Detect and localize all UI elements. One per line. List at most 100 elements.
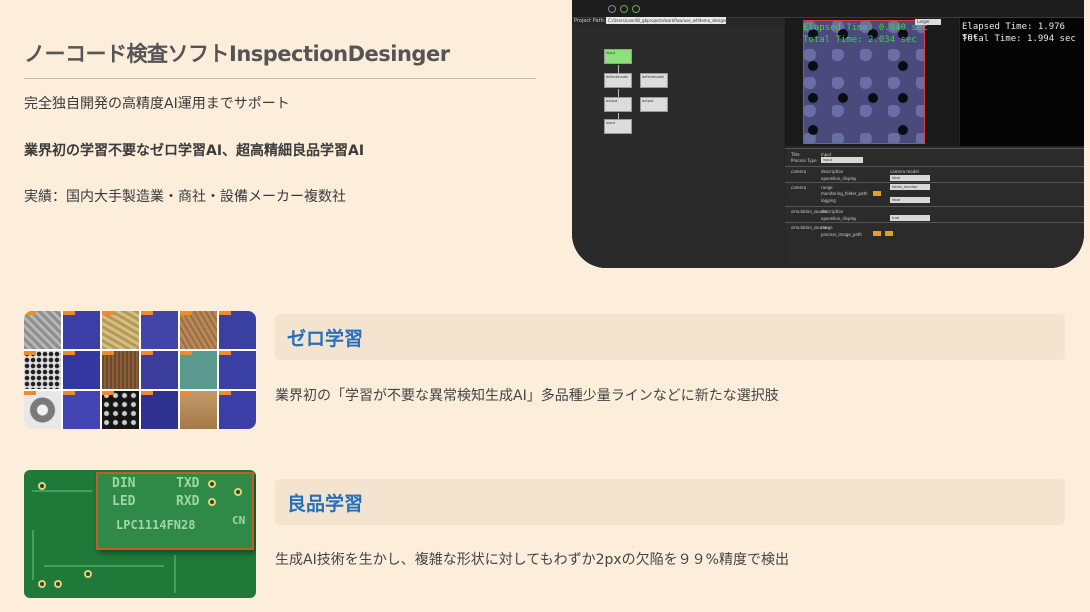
pcb-label: DIN [112,476,136,491]
label-tag [219,351,231,355]
graph-node: input [604,119,632,134]
prop-divider [785,206,1084,207]
pcb-trace [32,490,92,492]
thumbnail [102,351,139,389]
pcb-image: DIN LED TXD RXD LPC1114FN28 CN [24,470,256,598]
intro-line-2: 業界初の学習不要なゼロ学習AI、超高精細良品学習AI [24,143,365,159]
intro-line-1: 完全独自開発の高精度AI運用までサポート [24,96,290,112]
prop-type-input[interactable]: input [821,157,863,163]
prop-range-label: range [821,185,833,190]
thumbnail [219,351,256,389]
thumbnail [24,311,61,349]
thumbnail [141,311,178,349]
thumbnail [63,391,100,429]
label-tag [63,351,75,355]
total-time-right: Total Time: 1.994 sec [962,34,1076,44]
hole [898,61,908,71]
label-tag [141,351,153,355]
thumbnail [141,351,178,389]
prop-logging-input[interactable]: false [890,197,930,203]
pcb-pad [84,570,92,578]
section-description: 業界初の「学習が不要な異常検知生成AI」多品種少量ラインなどに新たな選択肢 [275,388,779,404]
page-title: ノーコード検査ソフトInspectionDesinger [24,42,450,66]
prop-description-label-2: description [821,209,844,214]
browse-button[interactable] [873,191,881,196]
prop-operation-display-2: operation_display [821,216,857,221]
node-graph: input defectmodel defectmodel output out… [572,26,784,268]
prop-range-label-2: range [821,225,833,230]
label-tag [219,391,231,395]
graph-link [618,89,619,97]
prop-description-label: description [821,169,844,174]
pcb-pad [208,480,216,488]
label-tag [24,311,36,315]
zoom-select[interactable]: Larger [915,19,941,25]
prop-divider [785,182,1084,183]
pcb-trace [32,530,34,580]
label-tag [24,351,36,355]
graph-node: output [604,97,632,112]
properties-panel: Title input Process Type input camera de… [785,148,1084,268]
thumbnail [141,391,178,429]
anomaly-thumbnail-grid [24,311,256,429]
prop-divider [785,166,1084,167]
path-label: Project Path: [574,18,606,24]
thumbnail [102,311,139,349]
label-tag [102,311,114,315]
prop-camera-model: camera model [890,169,919,174]
browse-button[interactable] [885,231,893,236]
total-time-left: Total Time: 2.034 sec [803,35,917,45]
graph-node: defectmodel [604,73,632,88]
thumbnail [180,311,217,349]
toolbar-run-icon [608,5,616,13]
prop-type-label: Process Type [791,158,817,163]
pcb-pad [54,580,62,588]
hole [808,61,818,71]
label-tag [141,391,153,395]
thumbnail [63,311,100,349]
thumbnail [63,351,100,389]
pcb-pad [38,580,46,588]
hole [808,125,818,135]
thumbnail [102,391,139,429]
pcb-pad [234,488,242,496]
hole [898,125,908,135]
title-divider [24,78,536,79]
image-viewer-right: Elapsed Time: 1.976 sec Total Time: 1.99… [960,18,1084,146]
graph-link [618,65,619,73]
prop-false-input[interactable]: false [890,175,930,181]
app-toolbar [572,0,1084,18]
label-tag [24,391,36,395]
hole [838,93,848,103]
section-heading: ゼロ学習 [287,328,364,350]
path-field: C:/Users/user/IB_gbprojects/workflow/use… [606,17,731,24]
prop-monitoring-path: monitoring_folder_path [821,191,868,196]
prop-true-input[interactable]: true [890,215,930,221]
pcb-label: LED [112,494,136,509]
prop-camera-label: camera [791,169,807,174]
label-tag [180,351,192,355]
hole [808,93,818,103]
prop-mode-input[interactable]: folder_monitor [890,184,930,190]
thumbnail [180,351,217,389]
toolbar-stop-icon [620,5,628,13]
section-description: 生成AI技術を生かし、複雑な形状に対してもわずか2pxの欠陥を９９%精度で検出 [275,552,789,568]
app-screenshot: Project Path: C:/Users/user/IB_gbproject… [572,0,1084,268]
section-bar-good-learning: 良品学習 [275,479,1065,525]
pcb-trace [44,565,164,567]
thumbnail [180,391,217,429]
graph-node: defectmodel [640,73,668,88]
prop-camera-label-2: camera [791,185,807,190]
prop-process-image-path: process_image_path [821,232,862,237]
thumbnail [219,391,256,429]
intro-line-3: 実績：国内大手製造業・商社・設備メーカー複数社 [24,189,346,205]
browse-button[interactable] [873,231,881,236]
label-tag [180,391,192,395]
graph-node: input [604,49,632,64]
prop-title-label: Title [791,152,800,157]
elapsed-time-left: Elapsed Time: 0.040 sec [803,23,928,33]
pcb-label: RXD [176,494,200,509]
label-tag [180,311,192,315]
prop-operation-display: operation_display [821,176,857,181]
label-tag [63,311,75,315]
